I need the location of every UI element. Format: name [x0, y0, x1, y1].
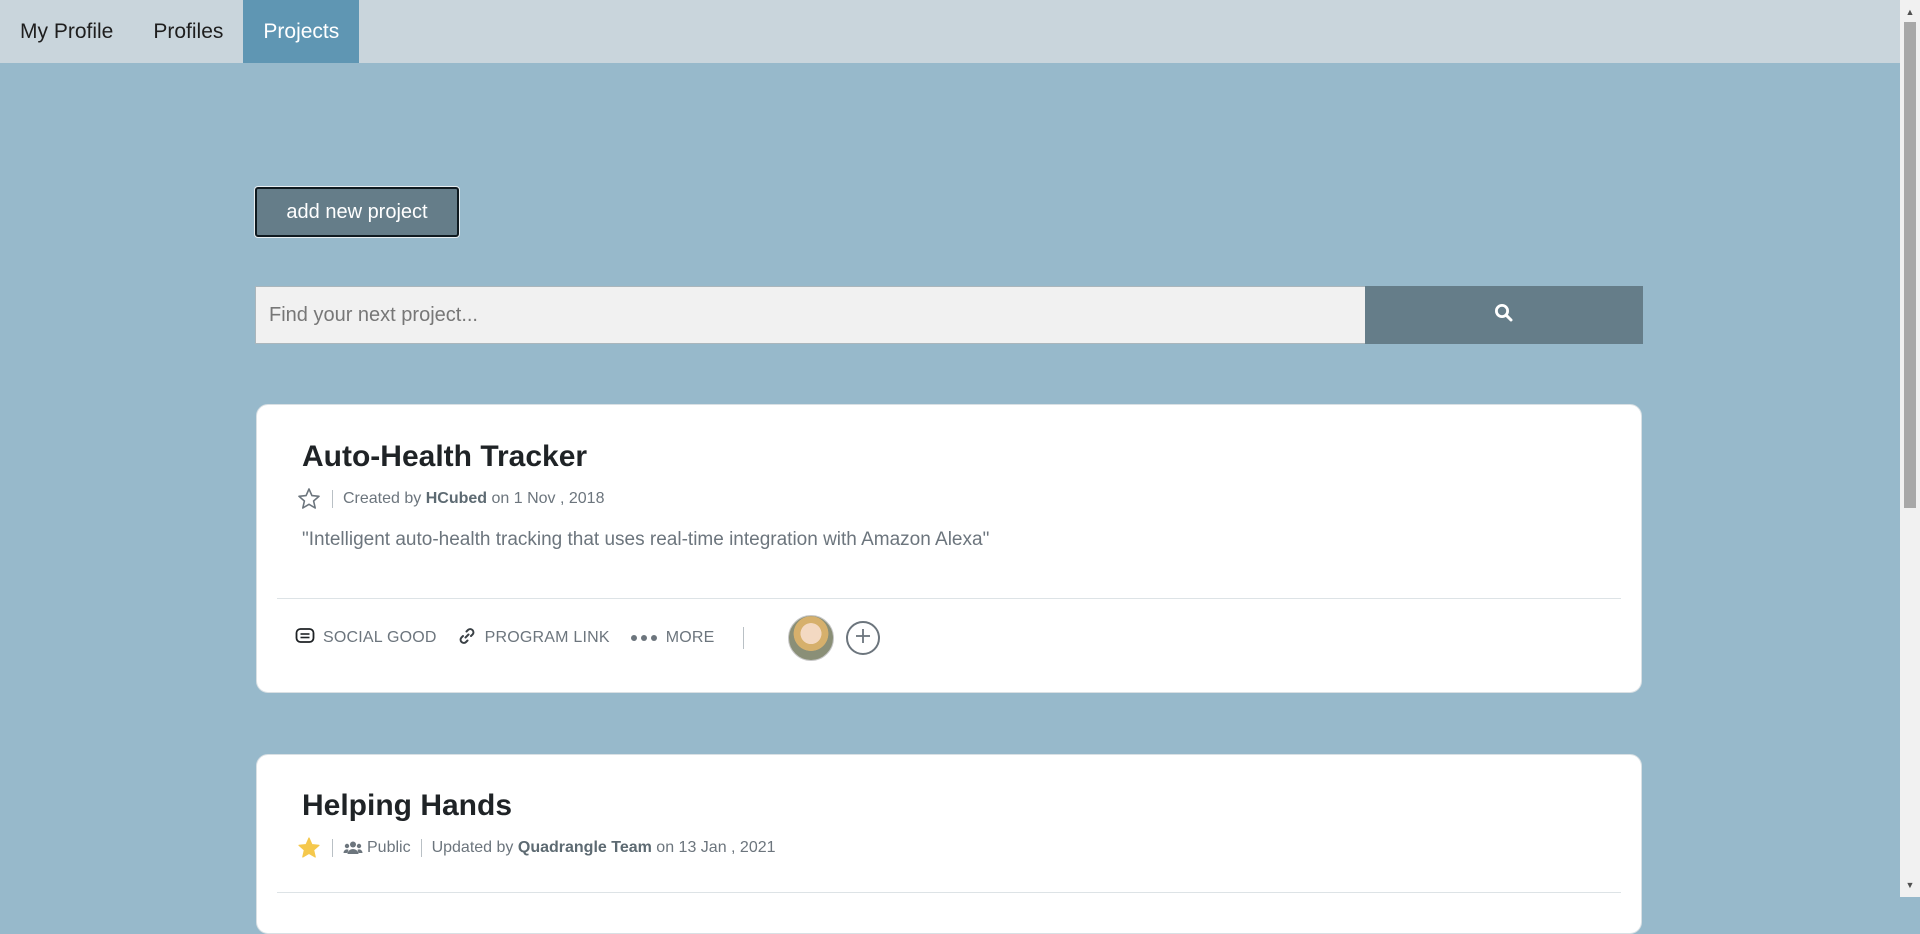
- visibility-label: Public: [367, 839, 411, 856]
- project-meta: Public Updated by Quadrangle Team on 13 …: [296, 835, 776, 861]
- search-bar: [255, 286, 1643, 344]
- search-input[interactable]: [255, 286, 1365, 344]
- actions-separator: [742, 627, 744, 649]
- search-icon: [1494, 303, 1514, 328]
- scrollbar-thumb[interactable]: [1904, 22, 1916, 508]
- users-icon: [343, 840, 363, 856]
- more-label: MORE: [665, 629, 715, 646]
- add-new-project-button[interactable]: add new project: [255, 187, 459, 237]
- created-by-label: Created by: [343, 490, 422, 507]
- program-link[interactable]: PROGRAM LINK: [457, 626, 610, 651]
- tag-label: SOCIAL GOOD: [323, 629, 437, 646]
- more-button[interactable]: MORE: [630, 629, 715, 647]
- card-divider: [277, 598, 1621, 599]
- project-card[interactable]: Auto-Health Tracker Created by HCubed on…: [256, 404, 1642, 693]
- link-icon: [457, 626, 477, 651]
- top-nav: My Profile Profiles Projects: [0, 0, 1900, 63]
- project-date: 1 Nov , 2018: [513, 490, 605, 507]
- date-prefix: on: [656, 839, 675, 856]
- vertical-scrollbar[interactable]: ▲ ▼: [1900, 0, 1920, 897]
- project-author[interactable]: HCubed: [426, 490, 487, 508]
- meta-separator: [332, 490, 333, 508]
- project-title[interactable]: Helping Hands: [302, 789, 512, 823]
- project-date: 13 Jan , 2021: [678, 839, 776, 856]
- plus-icon: [854, 627, 872, 650]
- tag-icon: [295, 627, 315, 650]
- star-outline-icon[interactable]: [296, 486, 322, 512]
- scroll-down-icon[interactable]: ▼: [1900, 875, 1920, 895]
- project-meta: Created by HCubed on 1 Nov , 2018: [296, 486, 604, 512]
- updated-by-label: Updated by: [431, 839, 514, 856]
- search-button[interactable]: [1365, 286, 1643, 344]
- scroll-up-icon[interactable]: ▲: [1900, 2, 1920, 22]
- project-card[interactable]: Helping Hands Public Updated by Quadrang…: [256, 754, 1642, 934]
- add-member-button[interactable]: [845, 621, 880, 655]
- project-actions: SOCIAL GOOD PROGRAM LINK MORE: [295, 615, 880, 661]
- nav-tab-profiles[interactable]: Profiles: [133, 0, 243, 63]
- nav-tab-my-profile[interactable]: My Profile: [0, 0, 133, 63]
- ellipsis-icon: [630, 629, 658, 647]
- avatar[interactable]: [787, 615, 834, 661]
- meta-separator: [332, 839, 333, 857]
- nav-tab-projects[interactable]: Projects: [243, 0, 360, 63]
- project-author[interactable]: Quadrangle Team: [518, 839, 652, 857]
- date-prefix: on: [491, 490, 510, 507]
- card-divider: [277, 892, 1621, 893]
- meta-separator: [420, 839, 422, 857]
- project-description: "Intelligent auto-health tracking that u…: [302, 529, 990, 550]
- project-title[interactable]: Auto-Health Tracker: [302, 440, 587, 474]
- tag-social-good[interactable]: SOCIAL GOOD: [295, 627, 437, 650]
- program-link-label: PROGRAM LINK: [484, 629, 610, 646]
- star-filled-icon[interactable]: [296, 835, 322, 861]
